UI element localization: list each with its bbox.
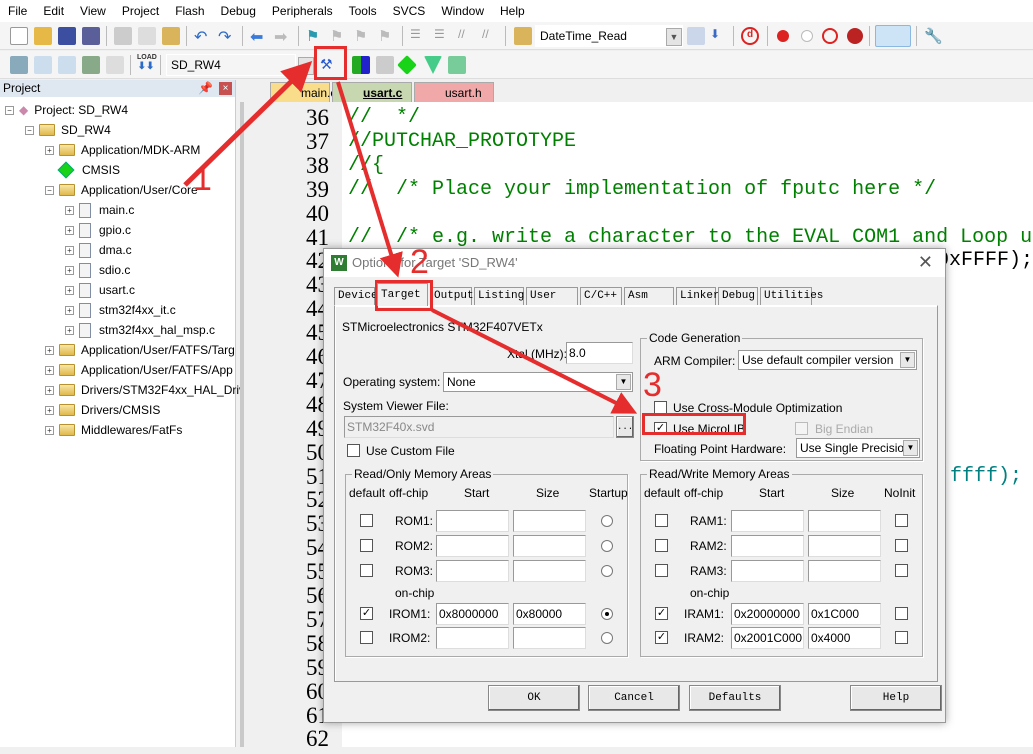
step-1-label: 1 (193, 160, 212, 198)
arrow-3 (431, 308, 638, 414)
step-3-label: 3 (643, 366, 662, 404)
step-2-label: 2 (410, 243, 429, 281)
tab-target[interactable]: Target (377, 283, 428, 306)
annotation-arrows (183, 61, 638, 414)
arrow-2 (336, 81, 403, 278)
